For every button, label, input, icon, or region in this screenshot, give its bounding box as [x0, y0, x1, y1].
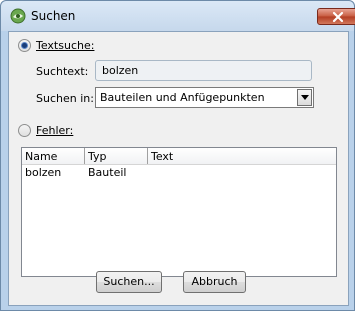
searchtext-label: Suchtext:: [36, 65, 89, 78]
results-header: Name Typ Text: [22, 148, 336, 165]
searchtext-value: bolzen: [102, 64, 139, 77]
dialog-body: Textsuche: Suchtext: bolzen Suchen in: B…: [8, 31, 349, 306]
window-title: Suchen: [31, 9, 76, 23]
cancel-button[interactable]: Abbruch: [183, 271, 246, 293]
radio-selected-dot: [22, 43, 27, 48]
results-list[interactable]: Name Typ Text bolzen Bauteil: [21, 147, 337, 277]
searchtext-field[interactable]: bolzen: [95, 60, 312, 81]
errors-radio[interactable]: [18, 124, 31, 137]
app-icon: [10, 8, 26, 24]
dialog-window: Suchen Textsuche: Suchtext: bolzen Suche…: [0, 0, 355, 311]
chevron-down-icon: [301, 95, 309, 100]
searchin-label: Suchen in:: [36, 92, 94, 105]
row-name-cell: bolzen: [25, 166, 62, 179]
dropdown-arrow-button[interactable]: [297, 89, 312, 106]
textsearch-radio[interactable]: [18, 39, 31, 52]
column-typ-label: Typ: [88, 150, 107, 163]
search-button[interactable]: Suchen...: [96, 271, 162, 293]
close-icon: [332, 11, 344, 23]
errors-label[interactable]: Fehler:: [36, 124, 73, 137]
row-typ-cell: Bauteil: [88, 166, 127, 179]
table-row[interactable]: bolzen Bauteil: [22, 165, 336, 180]
searchin-dropdown[interactable]: Bauteilen und Anfügepunkten: [95, 87, 314, 108]
column-text-label: Text: [151, 150, 174, 163]
textsearch-label-text: Textsuche:: [36, 39, 95, 52]
column-header-typ[interactable]: Typ: [85, 148, 148, 164]
column-name-label: Name: [25, 150, 58, 163]
column-header-text[interactable]: Text: [148, 148, 336, 164]
column-header-name[interactable]: Name: [22, 148, 85, 164]
close-button[interactable]: [317, 8, 355, 25]
searchin-selected-value: Bauteilen und Anfügepunkten: [100, 91, 265, 104]
title-bar[interactable]: Suchen: [1, 1, 354, 31]
textsearch-label[interactable]: Textsuche:: [36, 39, 94, 52]
errors-label-text: Fehler:: [36, 124, 74, 137]
